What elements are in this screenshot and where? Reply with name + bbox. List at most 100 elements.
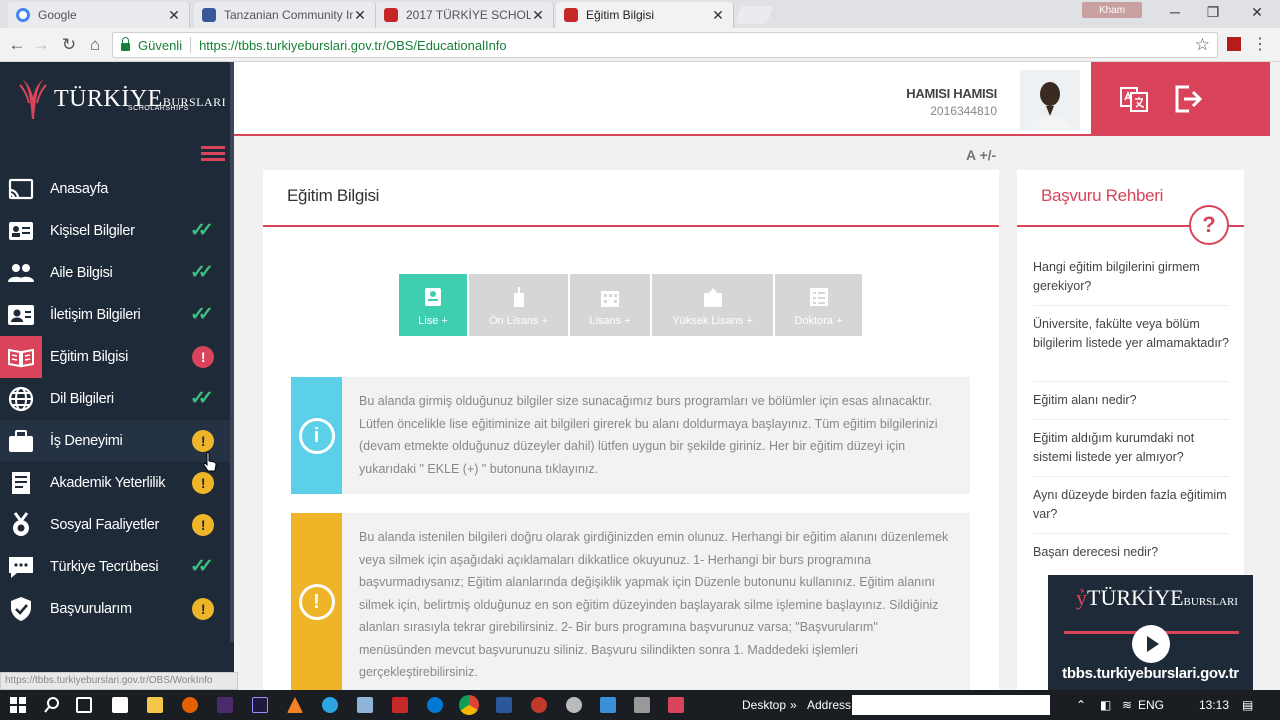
sidebar-item-iletisim-bilgileri[interactable]: İletişim Bilgileri ✓✓ (0, 294, 234, 336)
building-icon (513, 287, 524, 307)
app-icon[interactable] (634, 697, 650, 713)
google-icon (16, 8, 30, 22)
logo[interactable]: TÜRKİYEBURSLARI SCHOLARSHIPS (0, 62, 234, 136)
faq-item[interactable]: Eğitim aldığım kurumdaki not sistemi lis… (1033, 429, 1229, 467)
faq-item[interactable]: Üniversite, fakülte veya bölüm bilgileri… (1033, 315, 1229, 353)
done-check-icon: ✓✓ (190, 556, 214, 577)
reload-icon[interactable]: ↻ (58, 34, 80, 56)
sidebar-item-egitim-bilgisi[interactable]: Eğitim Bilgisi ! (0, 336, 234, 378)
warning-status-icon: ! (192, 472, 214, 494)
tab-turkiye-scholarships[interactable]: 2017 TÜRKİYE SCHOLAR ✕ (376, 2, 554, 28)
faq-item[interactable]: Eğitim alanı nedir? (1033, 391, 1229, 410)
sidebar-item-aile-bilgisi[interactable]: Aile Bilgisi ✓✓ (0, 252, 234, 294)
hamburger-menu-icon[interactable] (201, 146, 225, 162)
hand-cursor-icon (203, 451, 217, 472)
people-icon (0, 252, 42, 294)
minimize-icon[interactable]: ─ (1160, 4, 1190, 22)
sidebar-item-anasayfa[interactable]: Anasayfa (0, 168, 234, 210)
task-view-icon[interactable] (76, 697, 92, 713)
tab-facebook[interactable]: Tanzanian Community In ✕ (194, 2, 376, 28)
app-icon[interactable] (600, 697, 616, 713)
app-icon[interactable] (357, 697, 373, 713)
level-lisans-button[interactable]: Lisans + (570, 274, 650, 336)
translate-icon[interactable] (1119, 84, 1149, 114)
clock[interactable]: 13:13 (1199, 698, 1229, 712)
promo-video[interactable]: ỷTÜRKİYEBURSLARI tbbs.turkiyeburslari.go… (1048, 575, 1253, 690)
sidebar: TÜRKİYEBURSLARI SCHOLARSHIPS Anasayfa Ki… (0, 62, 234, 690)
app-icon[interactable] (531, 697, 547, 713)
status-bar-url: https://tbbs.turkiyeburslari.gov.tr/OBS/… (0, 672, 238, 690)
profile-badge[interactable]: Kham (1082, 2, 1142, 18)
sidebar-item-akademik-yeterlilik[interactable]: Akademik Yeterlilik ! (0, 462, 234, 504)
sidebar-item-basvurularim[interactable]: Başvurularım ! (0, 588, 234, 630)
store-icon[interactable] (112, 697, 128, 713)
edge-icon[interactable] (427, 697, 443, 713)
sidebar-item-dil-bilgileri[interactable]: Dil Bilgileri ✓✓ (0, 378, 234, 420)
tab-google[interactable]: Google ✕ (8, 2, 190, 28)
sidebar-item-is-deneyimi[interactable]: İş Deneyimi ! (0, 420, 234, 462)
acrobat-icon[interactable] (392, 697, 408, 713)
chrome-icon[interactable] (459, 695, 479, 715)
level-doktora-button[interactable]: Doktora + (775, 274, 862, 336)
telegram-icon[interactable] (322, 697, 338, 713)
logout-icon[interactable] (1173, 84, 1203, 114)
lock-icon (121, 37, 130, 51)
sidebar-item-turkiye-tecrubesi[interactable]: Türkiye Tecrübesi ✓✓ (0, 546, 234, 588)
book-icon (0, 336, 42, 378)
play-icon[interactable] (1132, 625, 1170, 663)
sidebar-item-kisisel-bilgiler[interactable]: Kişisel Bilgiler ✓✓ (0, 210, 234, 252)
extension-icon[interactable] (1227, 37, 1241, 51)
level-lise-button[interactable]: Lise + (399, 274, 467, 336)
close-tab-icon[interactable]: ✕ (531, 7, 545, 24)
new-tab-button[interactable] (734, 6, 774, 24)
toolbar-chevron-icon[interactable]: » (790, 698, 797, 712)
list-icon (809, 288, 828, 306)
desktop-toolbar[interactable]: Desktop (742, 698, 786, 712)
level-on-lisans-button[interactable]: Ön Lisans + (469, 274, 568, 336)
tab-egitim-bilgisi[interactable]: Eğitim Bilgisi ✕ (556, 2, 734, 28)
search-icon[interactable] (44, 697, 60, 713)
windows-start-icon[interactable] (10, 697, 26, 713)
chevron-up-icon[interactable]: ⌃ (1076, 698, 1086, 712)
wifi-icon[interactable]: ≋ (1122, 698, 1132, 712)
vlc-icon[interactable] (287, 697, 303, 713)
promo-logo: ỷTÜRKİYEBURSLARI (1076, 585, 1238, 610)
page-scrollbar[interactable] (1270, 62, 1280, 690)
after-effects-icon[interactable] (252, 697, 268, 713)
font-size-control[interactable]: A +/- (966, 147, 996, 163)
close-tab-icon[interactable]: ✕ (167, 7, 181, 24)
faq-item[interactable]: Hangi eğitim bilgilerini girmem gerekiyo… (1033, 258, 1229, 296)
notifications-icon[interactable]: ▤ (1242, 698, 1253, 712)
browser-tab-bar: Google ✕ Tanzanian Community In ✕ 2017 T… (0, 0, 1280, 28)
firefox-icon[interactable] (182, 697, 198, 713)
faq-item[interactable]: Aynı düzeyde birden fazla eğitimim var? (1033, 486, 1229, 524)
close-tab-icon[interactable]: ✕ (353, 7, 367, 24)
network-icon[interactable]: ◧ (1100, 698, 1111, 712)
premiere-icon[interactable] (217, 697, 233, 713)
avatar[interactable] (1020, 70, 1080, 130)
home-icon[interactable]: ⌂ (84, 34, 106, 56)
back-icon[interactable]: ← (6, 34, 28, 56)
done-check-icon: ✓✓ (190, 304, 214, 325)
word-icon[interactable] (496, 697, 512, 713)
close-tab-icon[interactable]: ✕ (711, 7, 725, 24)
level-yuksek-lisans-button[interactable]: Yüksek Lisans + (652, 274, 773, 336)
close-window-icon[interactable]: ✕ (1242, 4, 1272, 22)
language-indicator[interactable]: ENG (1138, 698, 1164, 712)
file-explorer-icon[interactable] (147, 697, 163, 713)
sidebar-scrollbar[interactable] (230, 62, 234, 642)
sidebar-item-sosyal-faaliyetler[interactable]: Sosyal Faaliyetler ! (0, 504, 234, 546)
address-toolbar-input[interactable] (852, 695, 1050, 715)
url-field[interactable]: Güvenli https://tbbs.turkiyeburslari.gov… (112, 32, 1218, 58)
shield-check-icon (0, 588, 42, 630)
app-icon[interactable] (566, 697, 582, 713)
faq-item[interactable]: Başarı derecesi nedir? (1033, 543, 1229, 562)
restore-icon[interactable]: ❐ (1198, 4, 1228, 22)
warning-status-icon: ! (192, 430, 214, 452)
user-id: 2016344810 (930, 104, 997, 118)
menu-dots-icon[interactable]: ⋮ (1252, 34, 1268, 54)
bookmark-star-icon[interactable]: ☆ (1195, 35, 1210, 55)
app-icon[interactable] (668, 697, 684, 713)
turkiye-logo-icon (18, 75, 48, 123)
forward-icon[interactable]: → (30, 34, 52, 56)
